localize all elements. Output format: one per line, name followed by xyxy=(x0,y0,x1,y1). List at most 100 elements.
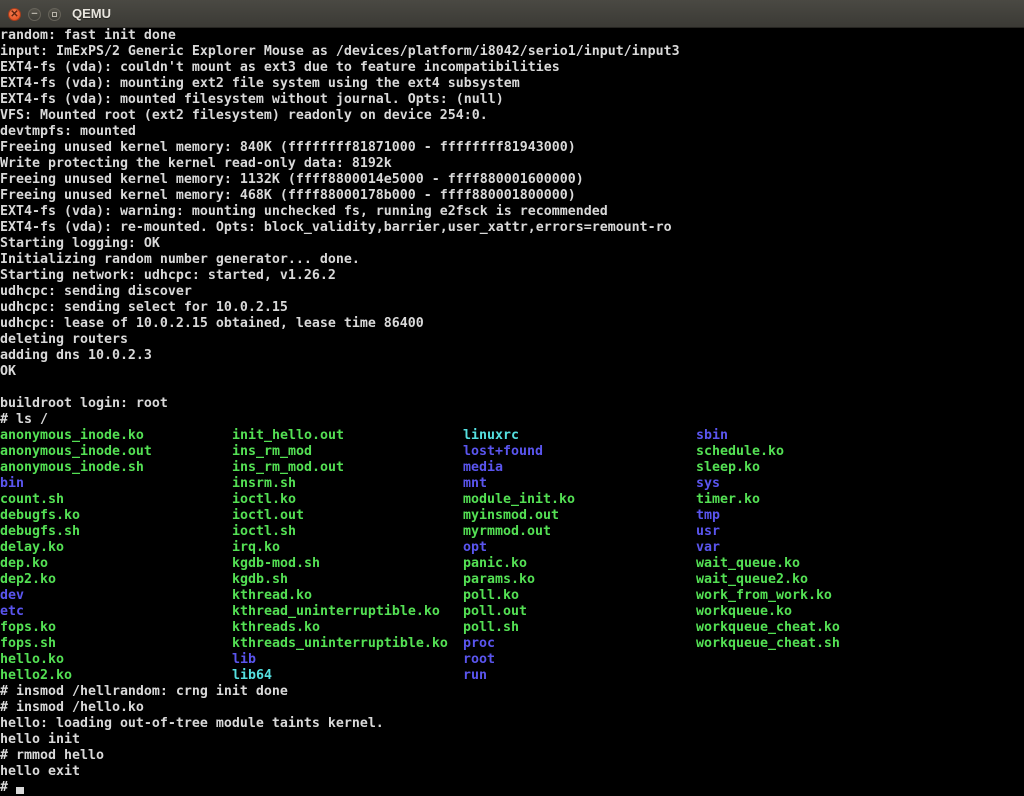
ls-entry-panic.ko: panic.ko xyxy=(463,556,527,572)
ls-entry-poll.sh: poll.sh xyxy=(463,620,519,636)
ls-entry-myrmmod.out: myrmmod.out xyxy=(463,524,551,540)
close-button[interactable]: ✕ xyxy=(8,8,21,21)
terminal-screen[interactable]: random: fast init doneinput: ImExPS/2 Ge… xyxy=(0,28,1024,796)
terminal-line: EXT4-fs (vda): couldn't mount as ext3 du… xyxy=(0,60,1024,76)
terminal-line: Freeing unused kernel memory: 840K (ffff… xyxy=(0,140,1024,156)
terminal-line: input: ImExPS/2 Generic Explorer Mouse a… xyxy=(0,44,1024,60)
ls-entry-lib64: lib64 xyxy=(232,668,272,684)
ls-entry-debugfs.ko: debugfs.ko xyxy=(0,508,80,524)
terminal-line: Starting network: udhcpc: started, v1.26… xyxy=(0,268,1024,284)
ls-entry-ins_rm_mod.out: ins_rm_mod.out xyxy=(232,460,344,476)
ls-entry-workqueue_cheat.ko: workqueue_cheat.ko xyxy=(696,620,840,636)
ls-entry-workqueue.ko: workqueue.ko xyxy=(696,604,792,620)
ls-entry-kthread_uninterruptible.ko: kthread_uninterruptible.ko xyxy=(232,604,440,620)
ls-entry-wait_queue.ko: wait_queue.ko xyxy=(696,556,800,572)
ls-entry-anonymous_inode.out: anonymous_inode.out xyxy=(0,444,152,460)
ls-entry-kthreads_uninterruptible.ko: kthreads_uninterruptible.ko xyxy=(232,636,448,652)
terminal-line: Write protecting the kernel read-only da… xyxy=(0,156,1024,172)
ls-entry-ins_rm_mod: ins_rm_mod xyxy=(232,444,312,460)
window-title: QEMU xyxy=(72,0,111,27)
ls-entry-ioctl.ko: ioctl.ko xyxy=(232,492,296,508)
terminal-line: buildroot login: root xyxy=(0,396,1024,412)
terminal-line: EXT4-fs (vda): warning: mounting uncheck… xyxy=(0,204,1024,220)
terminal-line: Initializing random number generator... … xyxy=(0,252,1024,268)
window-titlebar[interactable]: ✕ − QEMU xyxy=(0,0,1024,28)
terminal-line xyxy=(0,380,1024,396)
ls-entry-myinsmod.out: myinsmod.out xyxy=(463,508,559,524)
ls-entry-lib: lib xyxy=(232,652,256,668)
ls-entry-wait_queue2.ko: wait_queue2.ko xyxy=(696,572,808,588)
boot-log: random: fast init doneinput: ImExPS/2 Ge… xyxy=(0,28,1024,428)
ls-entry-anonymous_inode.sh: anonymous_inode.sh xyxy=(0,460,144,476)
terminal-line: Starting logging: OK xyxy=(0,236,1024,252)
ls-entry-tmp: tmp xyxy=(696,508,720,524)
ls-entry-insrm.sh: insrm.sh xyxy=(232,476,296,492)
ls-entry-workqueue_cheat.sh: workqueue_cheat.sh xyxy=(696,636,840,652)
qemu-window: ✕ − QEMU random: fast init doneinput: Im… xyxy=(0,0,1024,796)
ls-entry-sys: sys xyxy=(696,476,720,492)
ls-entry-hello2.ko: hello2.ko xyxy=(0,668,72,684)
ls-entry-lost+found: lost+found xyxy=(463,444,543,460)
minimize-icon: − xyxy=(31,9,37,20)
ls-entry-bin: bin xyxy=(0,476,24,492)
ls-entry-root: root xyxy=(463,652,495,668)
ls-entry-run: run xyxy=(463,668,487,684)
ls-entry-kthread.ko: kthread.ko xyxy=(232,588,312,604)
ls-entry-ioctl.out: ioctl.out xyxy=(232,508,304,524)
ls-entry-work_from_work.ko: work_from_work.ko xyxy=(696,588,832,604)
terminal-line: udhcpc: sending select for 10.0.2.15 xyxy=(0,300,1024,316)
ls-entry-irq.ko: irq.ko xyxy=(232,540,280,556)
ls-entry-opt: opt xyxy=(463,540,487,556)
ls-entry-proc: proc xyxy=(463,636,495,652)
terminal-line: adding dns 10.0.2.3 xyxy=(0,348,1024,364)
terminal-line: hello: loading out-of-tree module taints… xyxy=(0,716,1024,732)
ls-entry-media: media xyxy=(463,460,503,476)
terminal-line: OK xyxy=(0,364,1024,380)
terminal-line: Freeing unused kernel memory: 1132K (fff… xyxy=(0,172,1024,188)
ls-entry-delay.ko: delay.ko xyxy=(0,540,64,556)
ls-entry-mnt: mnt xyxy=(463,476,487,492)
terminal-line: devtmpfs: mounted xyxy=(0,124,1024,140)
ls-entry-fops.sh: fops.sh xyxy=(0,636,56,652)
terminal-line: EXT4-fs (vda): mounting ext2 file system… xyxy=(0,76,1024,92)
ls-entry-sbin: sbin xyxy=(696,428,728,444)
terminal-line: udhcpc: sending discover xyxy=(0,284,1024,300)
prompt-text: # xyxy=(0,780,16,795)
terminal-line: hello init xyxy=(0,732,1024,748)
ls-entry-poll.out: poll.out xyxy=(463,604,527,620)
ls-entry-etc: etc xyxy=(0,604,24,620)
ls-entry-var: var xyxy=(696,540,720,556)
ls-entry-ioctl.sh: ioctl.sh xyxy=(232,524,296,540)
ls-entry-dep2.ko: dep2.ko xyxy=(0,572,56,588)
maximize-button[interactable] xyxy=(48,8,61,21)
ls-entry-debugfs.sh: debugfs.sh xyxy=(0,524,80,540)
ls-entry-kthreads.ko: kthreads.ko xyxy=(232,620,320,636)
ls-entry-anonymous_inode.ko: anonymous_inode.ko xyxy=(0,428,144,444)
ls-entry-linuxrc: linuxrc xyxy=(463,428,519,444)
ls-entry-poll.ko: poll.ko xyxy=(463,588,519,604)
minimize-button[interactable]: − xyxy=(28,8,41,21)
ls-output: anonymous_inode.koanonymous_inode.outano… xyxy=(0,428,1024,684)
terminal-line: deleting routers xyxy=(0,332,1024,348)
terminal-cursor xyxy=(16,787,24,794)
maximize-icon xyxy=(52,12,57,17)
ls-entry-timer.ko: timer.ko xyxy=(696,492,760,508)
ls-entry-module_init.ko: module_init.ko xyxy=(463,492,575,508)
terminal-line: hello exit xyxy=(0,764,1024,780)
terminal-line: EXT4-fs (vda): mounted filesystem withou… xyxy=(0,92,1024,108)
ls-entry-schedule.ko: schedule.ko xyxy=(696,444,784,460)
ls-entry-sleep.ko: sleep.ko xyxy=(696,460,760,476)
post-log: # insmod /hellrandom: crng init done# in… xyxy=(0,684,1024,780)
close-icon: ✕ xyxy=(10,10,18,20)
terminal-line: # ls / xyxy=(0,412,1024,428)
ls-entry-hello.ko: hello.ko xyxy=(0,652,64,668)
terminal-line: random: fast init done xyxy=(0,28,1024,44)
terminal-line: VFS: Mounted root (ext2 filesystem) read… xyxy=(0,108,1024,124)
ls-entry-params.ko: params.ko xyxy=(463,572,535,588)
prompt-line: # xyxy=(0,780,1024,796)
ls-entry-kgdb.sh: kgdb.sh xyxy=(232,572,288,588)
terminal-line: EXT4-fs (vda): re-mounted. Opts: block_v… xyxy=(0,220,1024,236)
terminal-line: # insmod /hello.ko xyxy=(0,700,1024,716)
terminal-line: # rmmod hello xyxy=(0,748,1024,764)
ls-entry-init_hello.out: init_hello.out xyxy=(232,428,344,444)
